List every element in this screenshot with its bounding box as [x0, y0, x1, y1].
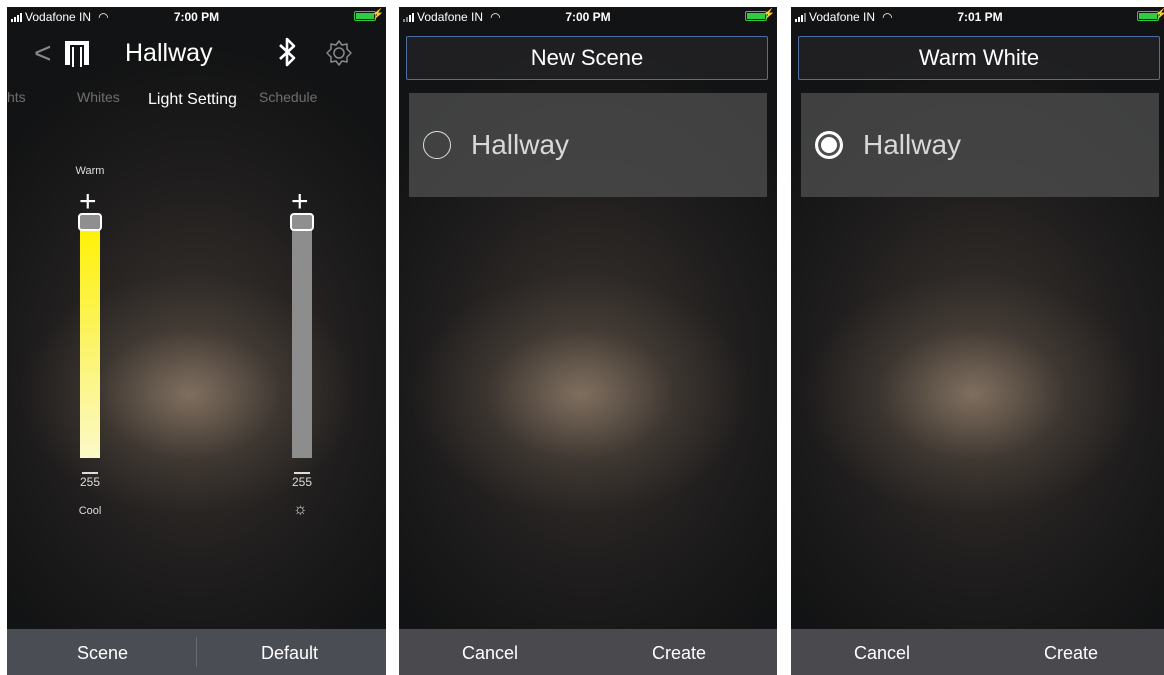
create-button[interactable]: Create [652, 643, 706, 664]
divider [196, 637, 197, 667]
status-time: 7:01 PM [957, 10, 1003, 24]
brightness-value-text: 255 [291, 475, 313, 489]
status-time: 7:00 PM [565, 10, 611, 24]
light-list-item[interactable]: Hallway [409, 93, 767, 197]
nav-bar: < Hallway [7, 31, 386, 79]
warm-value-text: 255 [79, 475, 101, 489]
minus-icon [294, 472, 310, 474]
status-time: 7:00 PM [173, 10, 220, 24]
scene-button[interactable]: Scene [77, 643, 128, 664]
radio-icon[interactable] [815, 131, 843, 159]
gear-icon[interactable] [325, 39, 353, 74]
warm-cool-slider[interactable] [78, 213, 102, 458]
cancel-button[interactable]: Cancel [854, 643, 910, 664]
charging-icon: ⚡ [762, 9, 775, 20]
warm-value: 255 [70, 472, 110, 489]
bottom-bar: Cancel Create [399, 629, 777, 675]
phone-screen-light-setting: Vodafone IN ◠ 7:00 PM ⚡ < Hallway hts Wh… [7, 7, 386, 675]
light-label: Hallway [863, 129, 962, 160]
sun-icon: ☼ [293, 501, 308, 518]
charging-icon: ⚡ [371, 9, 384, 20]
charging-icon: ⚡ [1154, 9, 1164, 20]
tab-whites[interactable]: Whites [77, 89, 120, 105]
lamp-icon [65, 41, 89, 67]
bottom-bar: Cancel Create [791, 629, 1164, 675]
tab-bar: hts Whites Light Setting Schedule [7, 89, 386, 113]
page-title: Hallway [125, 39, 213, 67]
tab-light-setting[interactable]: Light Setting [148, 91, 237, 109]
brightness-slider[interactable] [290, 213, 314, 458]
back-chevron-icon[interactable]: < [34, 37, 52, 71]
default-button[interactable]: Default [261, 643, 318, 664]
scene-name-input[interactable]: Warm White [798, 36, 1160, 80]
minus-icon [82, 472, 98, 474]
warm-slider-thumb[interactable] [78, 213, 102, 231]
bluetooth-icon[interactable] [277, 37, 299, 74]
warm-label: Warm [75, 165, 105, 177]
scene-name-input[interactable]: New Scene [406, 36, 768, 80]
status-bar: Vodafone IN ◠ 7:00 PM ⚡ [7, 7, 386, 27]
status-bar: Vodafone IN ◠ 7:00 PM ⚡ [399, 7, 777, 27]
tab-schedule[interactable]: Schedule [259, 89, 317, 105]
radio-icon[interactable] [423, 131, 451, 159]
phone-screen-warm-white: Vodafone IN ◠ 7:01 PM ⚡ Warm White Hallw… [791, 7, 1164, 675]
phone-screen-new-scene: Vodafone IN ◠ 7:00 PM ⚡ New Scene Hallwa… [399, 7, 777, 675]
tab-lights[interactable]: hts [7, 89, 26, 105]
status-bar: Vodafone IN ◠ 7:01 PM ⚡ [791, 7, 1164, 27]
cool-label: Cool [78, 505, 102, 517]
brightness-slider-thumb[interactable] [290, 213, 314, 231]
light-list-item[interactable]: Hallway [801, 93, 1159, 197]
light-label: Hallway [471, 129, 570, 160]
brightness-value: 255 [282, 472, 322, 489]
cancel-button[interactable]: Cancel [462, 643, 518, 664]
create-button[interactable]: Create [1044, 643, 1098, 664]
bottom-bar: Scene Default [7, 629, 386, 675]
